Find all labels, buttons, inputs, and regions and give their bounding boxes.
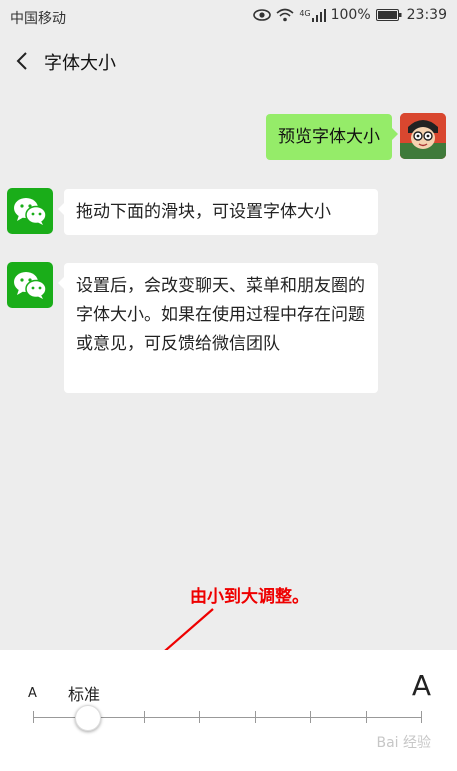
slider-tick[interactable] bbox=[255, 711, 256, 723]
clock: 23:39 bbox=[406, 7, 447, 23]
slider-tick[interactable] bbox=[421, 711, 422, 723]
status-bar: 中国移动 4G 100% 23:39 bbox=[0, 0, 457, 34]
large-size-label: A bbox=[411, 669, 431, 702]
battery-icon bbox=[375, 9, 402, 21]
slider-tick[interactable] bbox=[310, 711, 311, 723]
font-size-panel: A 标准 A Bai 经验 bbox=[0, 650, 457, 771]
font-size-slider-thumb[interactable] bbox=[75, 705, 101, 731]
network-type: 4G bbox=[299, 8, 311, 18]
message-bubble: 设置后，会改变聊天、菜单和朋友圈的字体大小。如果在使用过程中存在问题或意见，可反… bbox=[58, 263, 378, 393]
annotation-text: 由小到大调整。 bbox=[190, 587, 309, 607]
message-text: 设置后，会改变聊天、菜单和朋友圈的字体大小。如果在使用过程中存在问题或意见，可反… bbox=[76, 276, 365, 354]
wechat-avatar[interactable] bbox=[7, 262, 53, 308]
wechat-logo-icon bbox=[14, 198, 47, 225]
signal-icon: 4G bbox=[299, 8, 326, 22]
nav-bar: 字体大小 bbox=[0, 34, 457, 88]
standard-size-label: 标准 bbox=[68, 685, 101, 704]
battery-percent: 100% bbox=[330, 7, 371, 23]
page-title: 字体大小 bbox=[44, 53, 116, 74]
message-text: 拖动下面的滑块，可设置字体大小 bbox=[76, 202, 331, 222]
slider-tick[interactable] bbox=[144, 711, 145, 723]
watermark: Bai 经验 bbox=[376, 735, 431, 751]
eye-icon bbox=[253, 9, 272, 21]
wifi-icon bbox=[276, 8, 294, 22]
message-bubble: 拖动下面的滑块，可设置字体大小 bbox=[58, 189, 378, 235]
preview-message: 预览字体大小 bbox=[266, 114, 398, 160]
wechat-avatar[interactable] bbox=[7, 188, 53, 234]
chevron-left-icon bbox=[16, 52, 27, 70]
wechat-logo-icon bbox=[14, 272, 47, 299]
slider-tick[interactable] bbox=[33, 711, 34, 723]
small-size-label: A bbox=[28, 686, 37, 701]
status-icons: 4G 100% 23:39 bbox=[253, 7, 447, 23]
preview-message-text: 预览字体大小 bbox=[278, 127, 380, 147]
back-button[interactable] bbox=[8, 45, 36, 77]
slider-tick[interactable] bbox=[366, 711, 367, 723]
avatar[interactable] bbox=[400, 113, 446, 159]
carrier-name: 中国移动 bbox=[10, 11, 66, 27]
slider-tick[interactable] bbox=[199, 711, 200, 723]
